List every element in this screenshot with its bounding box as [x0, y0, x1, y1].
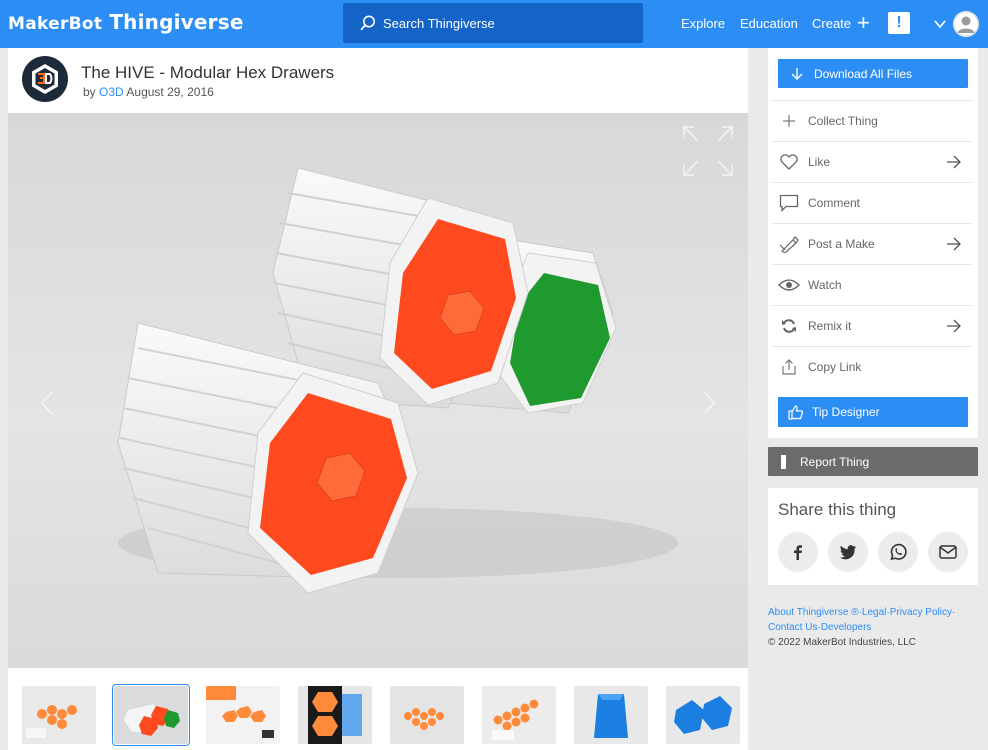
- watch-label: Watch: [808, 278, 842, 292]
- footer-links: About Thingiverse ®·Legal·Privacy Policy…: [768, 605, 978, 650]
- contact-us-link[interactable]: Contact Us: [768, 622, 817, 633]
- arrow-right-icon: [947, 155, 961, 169]
- like-action[interactable]: Like: [772, 141, 972, 182]
- brand-prefix: MakerBot: [8, 14, 103, 34]
- top-navigation-bar: MakerBot Thingiverse Explore Education C…: [0, 0, 988, 48]
- report-flag-icon: [781, 454, 786, 469]
- about-link[interactable]: About Thingiverse ®: [768, 607, 859, 618]
- comment-action[interactable]: Comment: [772, 182, 972, 223]
- remix-it-action[interactable]: Remix it: [772, 305, 972, 346]
- thumbnail-3[interactable]: [206, 686, 280, 744]
- creator-logo[interactable]: [22, 56, 68, 102]
- eye-icon: [778, 276, 800, 294]
- download-label: Download All Files: [814, 66, 913, 81]
- share-whatsapp-button[interactable]: [878, 532, 918, 572]
- actions-panel: Download All Files Collect Thing Like Co…: [768, 48, 978, 438]
- whatsapp-icon: [890, 543, 907, 561]
- collect-thing-action[interactable]: Collect Thing: [772, 100, 972, 141]
- facebook-icon: [794, 545, 802, 560]
- report-thing-label: Report Thing: [800, 454, 870, 469]
- share-title: Share this thing: [778, 500, 897, 519]
- download-arrow-icon: [791, 67, 803, 80]
- nav-create-button[interactable]: Create +: [812, 10, 870, 35]
- arrow-right-icon: [947, 237, 961, 251]
- post-a-make-action[interactable]: Post a Make: [772, 223, 972, 264]
- share-facebook-button[interactable]: [778, 532, 818, 572]
- tip-designer-button[interactable]: Tip Designer: [778, 397, 968, 427]
- copy-link-label: Copy Link: [808, 360, 862, 374]
- thumbnail-2[interactable]: [112, 684, 190, 746]
- thing-byline: by O3D August 29, 2016: [83, 85, 214, 99]
- chevron-down-icon[interactable]: [933, 17, 947, 31]
- comment-icon: [778, 194, 800, 212]
- nav-create-label: Create: [812, 15, 852, 31]
- post-a-make-label: Post a Make: [808, 237, 875, 251]
- legal-link[interactable]: Legal: [862, 607, 886, 618]
- previous-image-arrow-icon[interactable]: [38, 388, 58, 418]
- thing-header: The HIVE - Modular Hex Drawers by O3D Au…: [8, 48, 748, 113]
- comment-label: Comment: [808, 196, 861, 210]
- share-twitter-button[interactable]: [828, 532, 868, 572]
- user-icon: [953, 11, 979, 37]
- footer-line-1: About Thingiverse ®·Legal·Privacy Policy…: [768, 607, 956, 618]
- plus-icon: +: [857, 10, 870, 35]
- thumbnail-1[interactable]: [22, 686, 96, 744]
- byline-prefix: by: [83, 85, 96, 99]
- share-panel: Share this thing: [768, 488, 978, 585]
- report-thing-button[interactable]: Report Thing: [768, 447, 978, 476]
- share-out-icon: [778, 358, 800, 376]
- watch-action[interactable]: Watch: [772, 264, 972, 305]
- nav-explore-link[interactable]: Explore: [681, 16, 725, 31]
- search-icon: [360, 15, 375, 31]
- privacy-policy-link[interactable]: Privacy Policy: [890, 607, 952, 618]
- thumbnail-8[interactable]: [666, 686, 740, 744]
- twitter-icon: [839, 545, 856, 560]
- footer-line-2: Contact Us·Developers: [768, 622, 872, 633]
- thumbnail-6[interactable]: [482, 686, 556, 744]
- share-email-button[interactable]: [928, 532, 968, 572]
- thumbnail-7[interactable]: [574, 686, 648, 744]
- publish-date: August 29, 2016: [126, 85, 214, 99]
- thingiverse-logo[interactable]: MakerBot Thingiverse: [8, 10, 244, 36]
- search-box[interactable]: [343, 3, 643, 43]
- heart-icon: [778, 153, 800, 171]
- image-viewer[interactable]: [8, 113, 748, 668]
- o3d-logo-icon: [32, 64, 58, 94]
- brand-name: Thingiverse: [109, 10, 244, 34]
- next-image-arrow-icon[interactable]: [698, 388, 718, 418]
- author-link[interactable]: O3D: [99, 85, 124, 99]
- download-all-files-button[interactable]: Download All Files: [778, 59, 968, 88]
- search-input[interactable]: [383, 15, 623, 31]
- thumbnail-strip: [8, 668, 748, 750]
- remix-icon: [778, 317, 800, 335]
- nav-education-link[interactable]: Education: [740, 16, 798, 31]
- tip-designer-label: Tip Designer: [812, 405, 880, 419]
- thumbnail-4[interactable]: [298, 686, 372, 744]
- email-icon: [939, 545, 957, 559]
- thumbnail-5[interactable]: [390, 686, 464, 744]
- remix-it-label: Remix it: [808, 319, 852, 333]
- collect-thing-label: Collect Thing: [808, 114, 878, 128]
- arrow-right-icon: [947, 319, 961, 333]
- notification-alert-button[interactable]: !: [888, 12, 910, 34]
- copy-link-action[interactable]: Copy Link: [772, 346, 972, 387]
- plus-icon: [778, 112, 800, 130]
- thing-title: The HIVE - Modular Hex Drawers: [81, 63, 335, 82]
- thing-main-panel: The HIVE - Modular Hex Drawers by O3D Au…: [8, 48, 748, 750]
- like-label: Like: [808, 155, 831, 169]
- make-icon: [778, 235, 800, 253]
- user-avatar[interactable]: [953, 11, 979, 37]
- developers-link[interactable]: Developers: [821, 622, 872, 633]
- model-photo: [117, 167, 678, 594]
- copyright-text: © 2022 MakerBot Industries, LLC: [768, 637, 916, 648]
- thumbs-up-icon: [788, 405, 804, 420]
- fullscreen-icon[interactable]: [682, 125, 734, 177]
